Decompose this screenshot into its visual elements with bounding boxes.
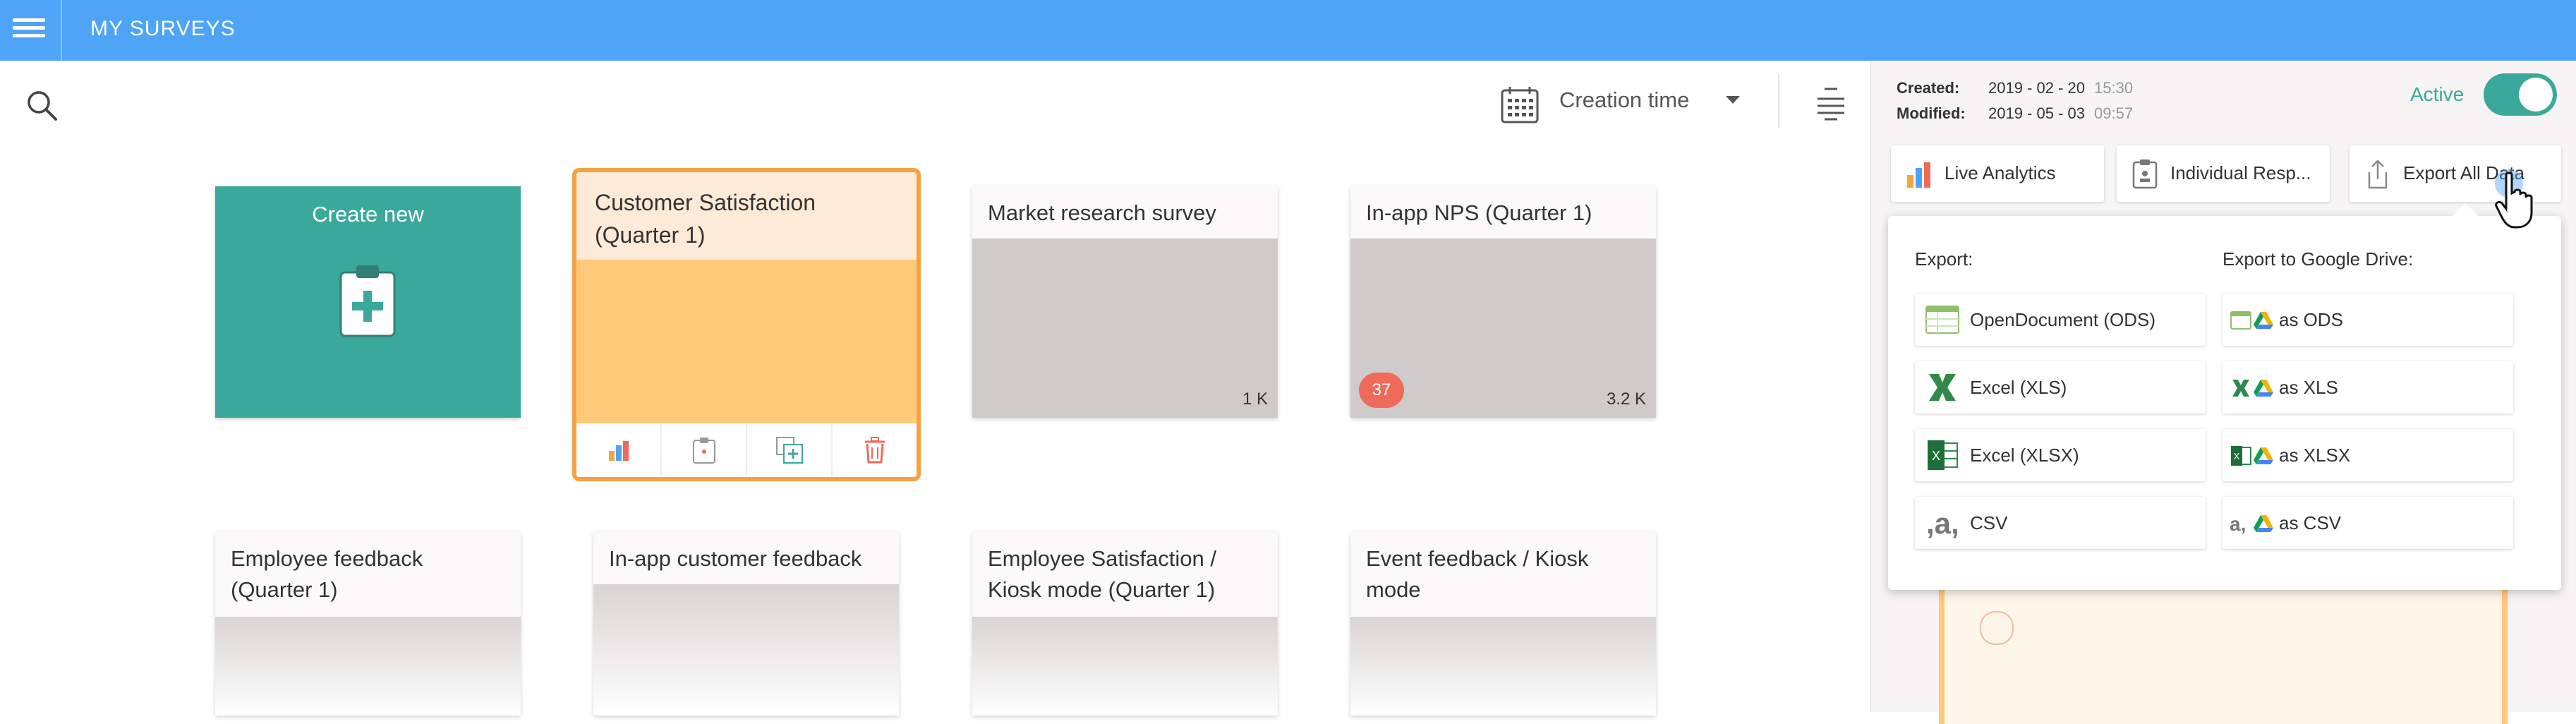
- xlsx-drive-icon: X: [2231, 446, 2273, 466]
- preview-radio: [1980, 611, 2014, 645]
- survey-list-area: Creation time Create new Customer Satisf…: [0, 61, 1870, 716]
- toolbar-divider: [1778, 73, 1779, 128]
- svg-text:X: X: [2234, 451, 2240, 461]
- clipboard-icon: [2132, 159, 2158, 189]
- survey-card-title: Employee Satisfaction / Kiosk mode (Quar…: [972, 532, 1278, 617]
- survey-card-title: Event feedback / Kiosk mode: [1350, 532, 1656, 617]
- drive-heading: Export to Google Drive:: [2223, 248, 2414, 270]
- survey-card[interactable]: Event feedback / Kiosk mode: [1350, 532, 1656, 716]
- drive-csv-option[interactable]: a, as CSV: [2223, 497, 2513, 549]
- modified-info: Modified: 2019 - 05 - 03 09:57: [1897, 104, 2133, 123]
- individual-responses-label: Individual Resp...: [2170, 162, 2311, 183]
- individual-responses-button[interactable]: Individual Resp...: [2117, 145, 2330, 202]
- csv-drive-icon: a,: [2230, 513, 2273, 535]
- export-ods-option[interactable]: OpenDocument (ODS): [1915, 294, 2206, 346]
- top-bar: MY SURVEYS: [0, 0, 2576, 61]
- xls-drive-icon: [2232, 380, 2273, 397]
- upload-icon: [2368, 159, 2388, 189]
- list-view-icon[interactable]: [1815, 86, 1847, 121]
- hand-cursor-icon: [2495, 169, 2533, 229]
- survey-card-thumbnail: [576, 260, 917, 423]
- drive-xls-option[interactable]: as XLS: [2223, 361, 2513, 414]
- export-xlsx-label: Excel (XLSX): [1970, 445, 2079, 466]
- survey-card-selected[interactable]: Customer Satisfaction (Quarter 1): [572, 168, 921, 481]
- create-new-card[interactable]: Create new: [215, 186, 521, 418]
- excel-icon: [1929, 374, 1956, 401]
- calendar-icon[interactable]: [1500, 85, 1540, 124]
- responses-button[interactable]: [662, 423, 747, 477]
- survey-card-title: In-app NPS (Quarter 1): [1350, 186, 1656, 239]
- survey-card[interactable]: Employee feedback (Quarter 1): [215, 532, 521, 716]
- created-label: Created:: [1897, 79, 1960, 97]
- modified-label: Modified:: [1897, 104, 1966, 122]
- survey-card-title: Customer Satisfaction (Quarter 1): [576, 172, 917, 260]
- csv-icon: ,a,: [1926, 507, 1959, 539]
- export-csv-option[interactable]: ,a, CSV: [1915, 497, 2206, 549]
- survey-card-thumbnail: [593, 584, 899, 716]
- export-xls-label: Excel (XLS): [1970, 377, 2067, 398]
- bar-chart-icon: [608, 441, 629, 461]
- clipboard-add-icon: [339, 265, 396, 337]
- toggle-knob: [2519, 78, 2553, 111]
- created-date: 2019 - 02 - 20: [1988, 79, 2085, 97]
- trash-icon: [864, 437, 885, 464]
- survey-card-title: Market research survey: [972, 186, 1278, 239]
- svg-text:,a,: ,a,: [1926, 507, 1959, 539]
- duplicate-button[interactable]: [747, 423, 833, 477]
- drive-xlsx-label: as XLSX: [2279, 445, 2351, 466]
- drive-csv-label: as CSV: [2279, 512, 2342, 533]
- survey-card[interactable]: Market research survey 1 K: [972, 186, 1278, 418]
- survey-card[interactable]: In-app NPS (Quarter 1) 37 3.2 K: [1350, 186, 1656, 418]
- active-toggle[interactable]: [2484, 73, 2557, 116]
- live-analytics-label: Live Analytics: [1945, 162, 2056, 183]
- export-xls-option[interactable]: Excel (XLS): [1915, 361, 2206, 414]
- survey-card-actions: [576, 423, 917, 477]
- svg-text:X: X: [1932, 449, 1940, 463]
- create-new-label: Create new: [312, 202, 424, 227]
- analytics-button[interactable]: [576, 423, 662, 477]
- export-csv-label: CSV: [1970, 512, 2008, 533]
- modified-time: 09:57: [2094, 104, 2134, 122]
- active-label: Active: [2410, 83, 2465, 105]
- notification-badge: 37: [1359, 373, 1404, 408]
- delete-button[interactable]: [833, 423, 917, 477]
- svg-text:a,: a,: [2230, 513, 2246, 535]
- page-title: MY SURVEYS: [90, 17, 236, 40]
- survey-card-thumbnail: [972, 239, 1278, 418]
- bar-chart-icon: [1907, 162, 1930, 188]
- survey-card-title: Employee feedback (Quarter 1): [215, 532, 521, 617]
- drive-xls-label: as XLS: [2279, 377, 2338, 398]
- response-count: 1 K: [1242, 390, 1268, 409]
- survey-card[interactable]: In-app customer feedback: [593, 532, 899, 716]
- survey-card[interactable]: Employee Satisfaction / Kiosk mode (Quar…: [972, 532, 1278, 716]
- response-count: 3.2 K: [1606, 390, 1646, 409]
- chevron-down-icon[interactable]: [1726, 96, 1740, 104]
- survey-card-thumbnail: [1350, 617, 1656, 716]
- excel-icon: X: [1928, 440, 1958, 470]
- survey-card-thumbnail: [215, 617, 521, 716]
- modified-date: 2019 - 05 - 03: [1988, 104, 2085, 122]
- drive-ods-label: as ODS: [2279, 309, 2344, 330]
- duplicate-icon: [775, 437, 803, 464]
- ods-drive-icon: [2230, 311, 2273, 330]
- created-time: 15:30: [2094, 79, 2134, 97]
- spreadsheet-icon: [1925, 306, 1959, 334]
- live-analytics-button[interactable]: Live Analytics: [1891, 145, 2104, 202]
- menu-icon[interactable]: [13, 14, 45, 47]
- export-ods-label: OpenDocument (ODS): [1970, 309, 2155, 330]
- sort-select[interactable]: Creation time: [1559, 88, 1689, 113]
- drive-ods-option[interactable]: as ODS: [2223, 294, 2513, 346]
- created-info: Created: 2019 - 02 - 20 15:30: [1897, 79, 2133, 97]
- survey-card-thumbnail: [972, 617, 1278, 716]
- survey-card-title: In-app customer feedback: [593, 532, 899, 584]
- export-xlsx-option[interactable]: X Excel (XLSX): [1915, 429, 2206, 481]
- export-heading: Export:: [1915, 248, 1973, 270]
- drive-xlsx-option[interactable]: X as XLSX: [2223, 429, 2513, 481]
- search-icon[interactable]: [25, 89, 58, 121]
- header-divider: [61, 0, 62, 61]
- clipboard-icon: [692, 438, 715, 464]
- export-dropdown: Export: Export to Google Drive: OpenDocu…: [1888, 203, 2561, 590]
